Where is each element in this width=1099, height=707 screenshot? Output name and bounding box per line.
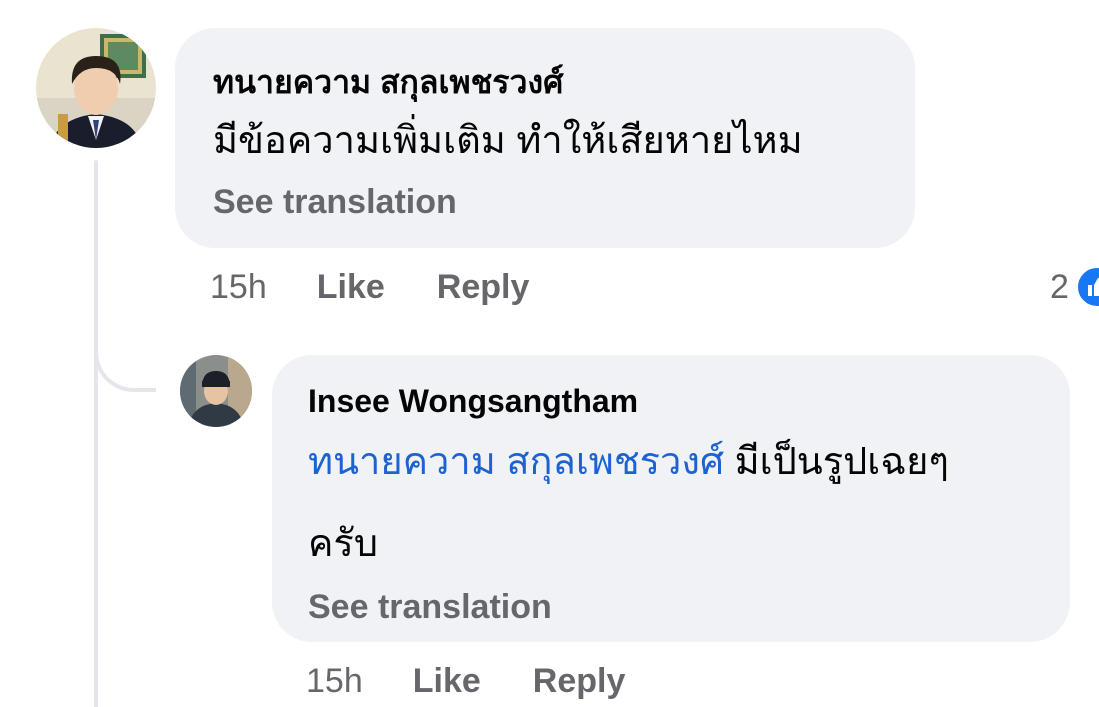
mention-link[interactable]: ทนายความ สกุลเพชรวงศ์ xyxy=(308,441,724,483)
reaction-summary[interactable]: 2 xyxy=(1050,262,1099,312)
like-thumb-icon xyxy=(1074,265,1099,309)
reply-timestamp[interactable]: 15h xyxy=(306,662,363,701)
see-translation-link[interactable]: See translation xyxy=(213,180,877,224)
reply-see-translation-link[interactable]: See translation xyxy=(308,585,1034,629)
thread-connector-line xyxy=(94,160,98,707)
reply-like-button[interactable]: Like xyxy=(413,662,481,701)
reply-author-name[interactable]: Insee Wongsangtham xyxy=(308,381,1034,421)
like-button[interactable]: Like xyxy=(317,268,385,307)
reply-actions: 15h Like Reply xyxy=(306,656,677,706)
comment-bubble: ทนายความ สกุลเพชรวงศ์ มีข้อความเพิ่มเติม… xyxy=(175,28,915,248)
replier-avatar[interactable] xyxy=(180,355,252,427)
comment-timestamp[interactable]: 15h xyxy=(210,268,267,307)
reaction-count: 2 xyxy=(1050,267,1069,306)
comment-thread: ทนายความ สกุลเพชรวงศ์ มีข้อความเพิ่มเติม… xyxy=(0,0,1099,707)
comment-actions: 15h Like Reply xyxy=(210,262,581,312)
reply-reply-button[interactable]: Reply xyxy=(533,662,626,701)
comment-text: มีข้อความเพิ่มเติม ทำให้เสียหายไหม xyxy=(213,120,803,162)
reply-connector-curve xyxy=(94,330,156,392)
comment-author-name[interactable]: ทนายความ สกุลเพชรวงศ์ xyxy=(213,62,877,102)
commenter-avatar[interactable] xyxy=(36,28,156,148)
reply-bubble: Insee Wongsangtham ทนายความ สกุลเพชรวงศ์… xyxy=(272,355,1070,642)
reply-button[interactable]: Reply xyxy=(437,268,530,307)
reply-text: ทนายความ สกุลเพชรวงศ์ มีเป็นรูปเฉยๆ ครับ xyxy=(308,421,1028,585)
